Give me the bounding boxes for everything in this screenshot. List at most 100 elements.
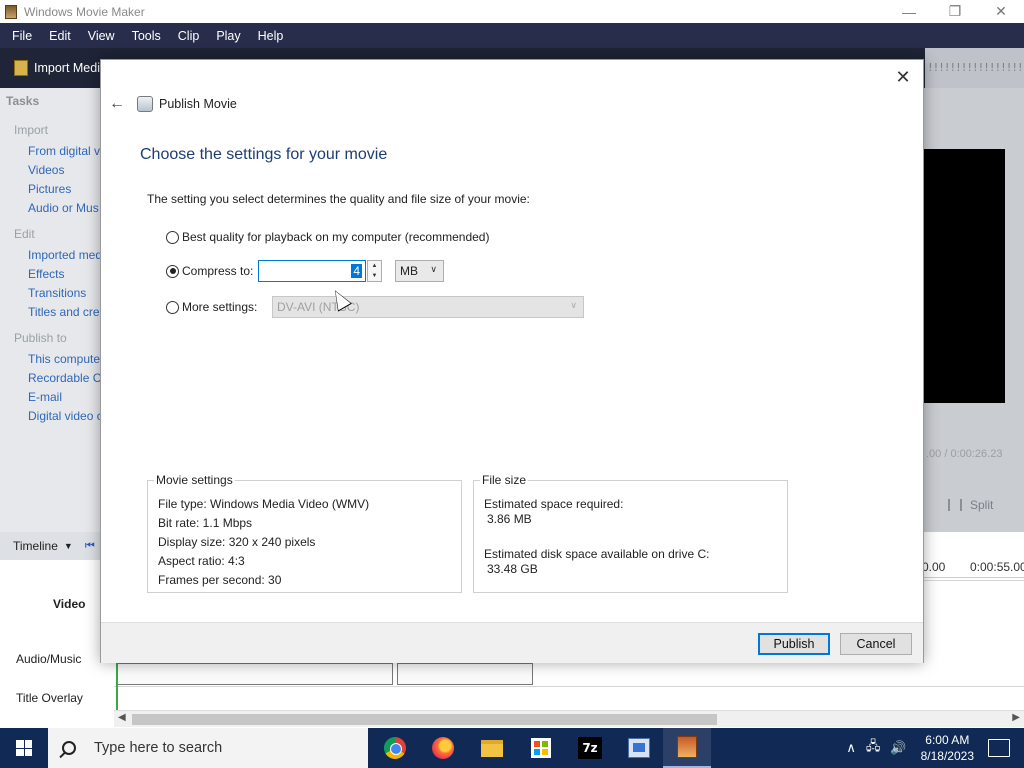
taskbar-firefox[interactable] xyxy=(419,728,467,768)
publish-button[interactable]: Publish xyxy=(758,633,830,655)
radio-more-settings[interactable] xyxy=(166,300,179,314)
task-link-digital-video[interactable]: Digital video c xyxy=(28,409,103,423)
task-link-transitions[interactable]: Transitions xyxy=(28,286,86,300)
spin-up-icon[interactable]: ▲ xyxy=(368,261,381,271)
menu-help[interactable]: Help xyxy=(258,29,284,43)
cancel-button[interactable]: Cancel xyxy=(840,633,912,655)
scrollbar-thumb[interactable] xyxy=(132,714,717,725)
compress-size-spinner[interactable]: ▲ ▼ xyxy=(367,260,382,282)
menu-clip[interactable]: Clip xyxy=(178,29,200,43)
menu-bar: File Edit View Tools Clip Play Help xyxy=(0,23,1024,48)
compress-unit-select[interactable]: MB ∨ xyxy=(395,260,444,282)
dialog-close-button[interactable]: ✕ xyxy=(891,65,915,89)
firefox-icon xyxy=(432,737,454,759)
option-best-quality[interactable]: Best quality for playback on my computer… xyxy=(166,230,489,244)
movie-setting-file-type: File type: Windows Media Video (WMV) xyxy=(158,497,370,511)
task-link-email[interactable]: E-mail xyxy=(28,390,62,404)
compress-size-value: 4 xyxy=(351,264,362,278)
task-link-titles[interactable]: Titles and cred xyxy=(28,305,106,319)
spin-down-icon[interactable]: ▼ xyxy=(368,271,381,281)
split-button[interactable]: Split xyxy=(948,498,993,512)
option-more-settings[interactable]: More settings: xyxy=(166,300,257,314)
track-label-audio: Audio/Music xyxy=(16,652,82,666)
maximize-button[interactable]: ❐ xyxy=(932,0,978,23)
disk-available-label: Estimated disk space available on drive … xyxy=(484,547,710,561)
menu-tools[interactable]: Tools xyxy=(132,29,161,43)
option-compress-label: Compress to: xyxy=(182,264,254,278)
radio-compress[interactable] xyxy=(166,264,179,278)
minimize-button[interactable]: — xyxy=(886,0,932,23)
taskbar-clock[interactable]: 6:00 AM 8/18/2023 xyxy=(921,732,974,764)
timeline-playhead[interactable] xyxy=(116,660,118,710)
menu-play[interactable]: Play xyxy=(216,29,240,43)
taskbar-search[interactable]: Type here to search xyxy=(48,728,368,768)
close-window-button[interactable]: ✕ xyxy=(978,0,1024,23)
taskbar-store[interactable] xyxy=(517,728,565,768)
task-link-this-computer[interactable]: This compute xyxy=(28,352,100,366)
start-button[interactable] xyxy=(0,728,48,768)
import-media-label: Import Medi xyxy=(34,61,100,75)
windows-logo-icon xyxy=(16,740,32,756)
movie-settings-group: Movie settings File type: Windows Media … xyxy=(147,473,462,593)
import-media-button[interactable]: Import Medi xyxy=(14,60,100,76)
volume-icon[interactable]: 🔊 xyxy=(890,740,906,756)
search-placeholder: Type here to search xyxy=(94,740,223,756)
network-icon[interactable]: 🖧 xyxy=(866,737,881,759)
audio-clip[interactable] xyxy=(116,663,393,685)
chevron-down-icon[interactable]: ▼ xyxy=(64,541,73,551)
task-link-imported-media[interactable]: Imported med xyxy=(28,248,102,262)
file-explorer-icon xyxy=(481,739,503,757)
menu-edit[interactable]: Edit xyxy=(49,29,71,43)
radio-best-quality[interactable] xyxy=(166,230,179,244)
rewind-icon[interactable]: ⏮ xyxy=(85,540,95,553)
notifications-icon[interactable] xyxy=(988,739,1010,757)
publish-movie-dialog: ✕ ← Publish Movie Choose the settings fo… xyxy=(100,59,924,663)
compress-size-input[interactable]: 4 xyxy=(258,260,366,282)
option-compress[interactable]: Compress to: xyxy=(166,264,253,278)
task-link-videos[interactable]: Videos xyxy=(28,163,64,177)
task-link-audio[interactable]: Audio or Mus xyxy=(28,201,99,215)
task-link-effects[interactable]: Effects xyxy=(28,267,64,281)
file-size-title: File size xyxy=(480,473,529,487)
disk-available-value: 33.48 GB xyxy=(487,562,538,576)
menu-file[interactable]: File xyxy=(12,29,32,43)
audio-clip[interactable] xyxy=(397,663,533,685)
scroll-right-icon[interactable]: ▶ xyxy=(1012,712,1020,723)
menu-view[interactable]: View xyxy=(88,29,115,43)
taskbar-7zip[interactable]: 7z xyxy=(566,728,614,768)
window-controls: — ❐ ✕ xyxy=(886,0,1024,23)
system-tray: ∧ 🖧 🔊 6:00 AM 8/18/2023 xyxy=(846,728,1024,768)
clock-date: 8/18/2023 xyxy=(920,749,974,763)
movie-setting-fps: Frames per second: 30 xyxy=(158,573,282,587)
dialog-title: Publish Movie xyxy=(159,97,237,111)
chrome-icon xyxy=(384,737,406,759)
timeline-scrollbar[interactable]: ◀ ▶ xyxy=(114,710,1024,727)
tasks-group-edit: Edit xyxy=(14,227,35,241)
compress-unit-value: MB xyxy=(400,264,418,278)
chevron-up-icon[interactable]: ∧ xyxy=(846,740,856,756)
back-arrow-icon[interactable]: ← xyxy=(109,95,125,113)
settings-description: The setting you select determines the qu… xyxy=(147,192,530,206)
movie-setting-display-size: Display size: 320 x 240 pixels xyxy=(158,535,316,549)
timeline-toolbar: Timeline ▼ ⏮ xyxy=(0,532,114,560)
task-link-recordable-cd[interactable]: Recordable C xyxy=(28,371,101,385)
more-settings-select[interactable]: DV-AVI (NTSC) ∨ xyxy=(272,296,584,318)
preview-time: .00 / 0:00:26.23 xyxy=(926,448,1003,460)
taskbar-file-explorer[interactable] xyxy=(468,728,516,768)
movie-setting-bit-rate: Bit rate: 1.1 Mbps xyxy=(158,516,253,530)
title-overlay-track[interactable] xyxy=(114,686,1024,710)
tasks-heading: Tasks xyxy=(6,94,40,108)
taskbar-movie-maker[interactable] xyxy=(663,728,711,768)
taskbar-chrome[interactable] xyxy=(371,728,419,768)
tasks-group-publish: Publish to xyxy=(14,331,67,345)
taskbar-network-app[interactable] xyxy=(615,728,663,768)
scroll-left-icon[interactable]: ◀ xyxy=(118,712,126,723)
tasks-group-import: Import xyxy=(14,123,49,137)
task-link-from-digital[interactable]: From digital v xyxy=(28,144,100,158)
timeline-label[interactable]: Timeline xyxy=(13,539,58,553)
search-icon xyxy=(62,741,76,755)
clock-time: 6:00 AM xyxy=(925,733,970,747)
task-link-pictures[interactable]: Pictures xyxy=(28,182,71,196)
storyboard-strip: !!!!!!!!!!!!!!!!!1 xyxy=(925,48,1024,88)
ruler-tick: 0:00:55.00 xyxy=(970,560,1024,574)
